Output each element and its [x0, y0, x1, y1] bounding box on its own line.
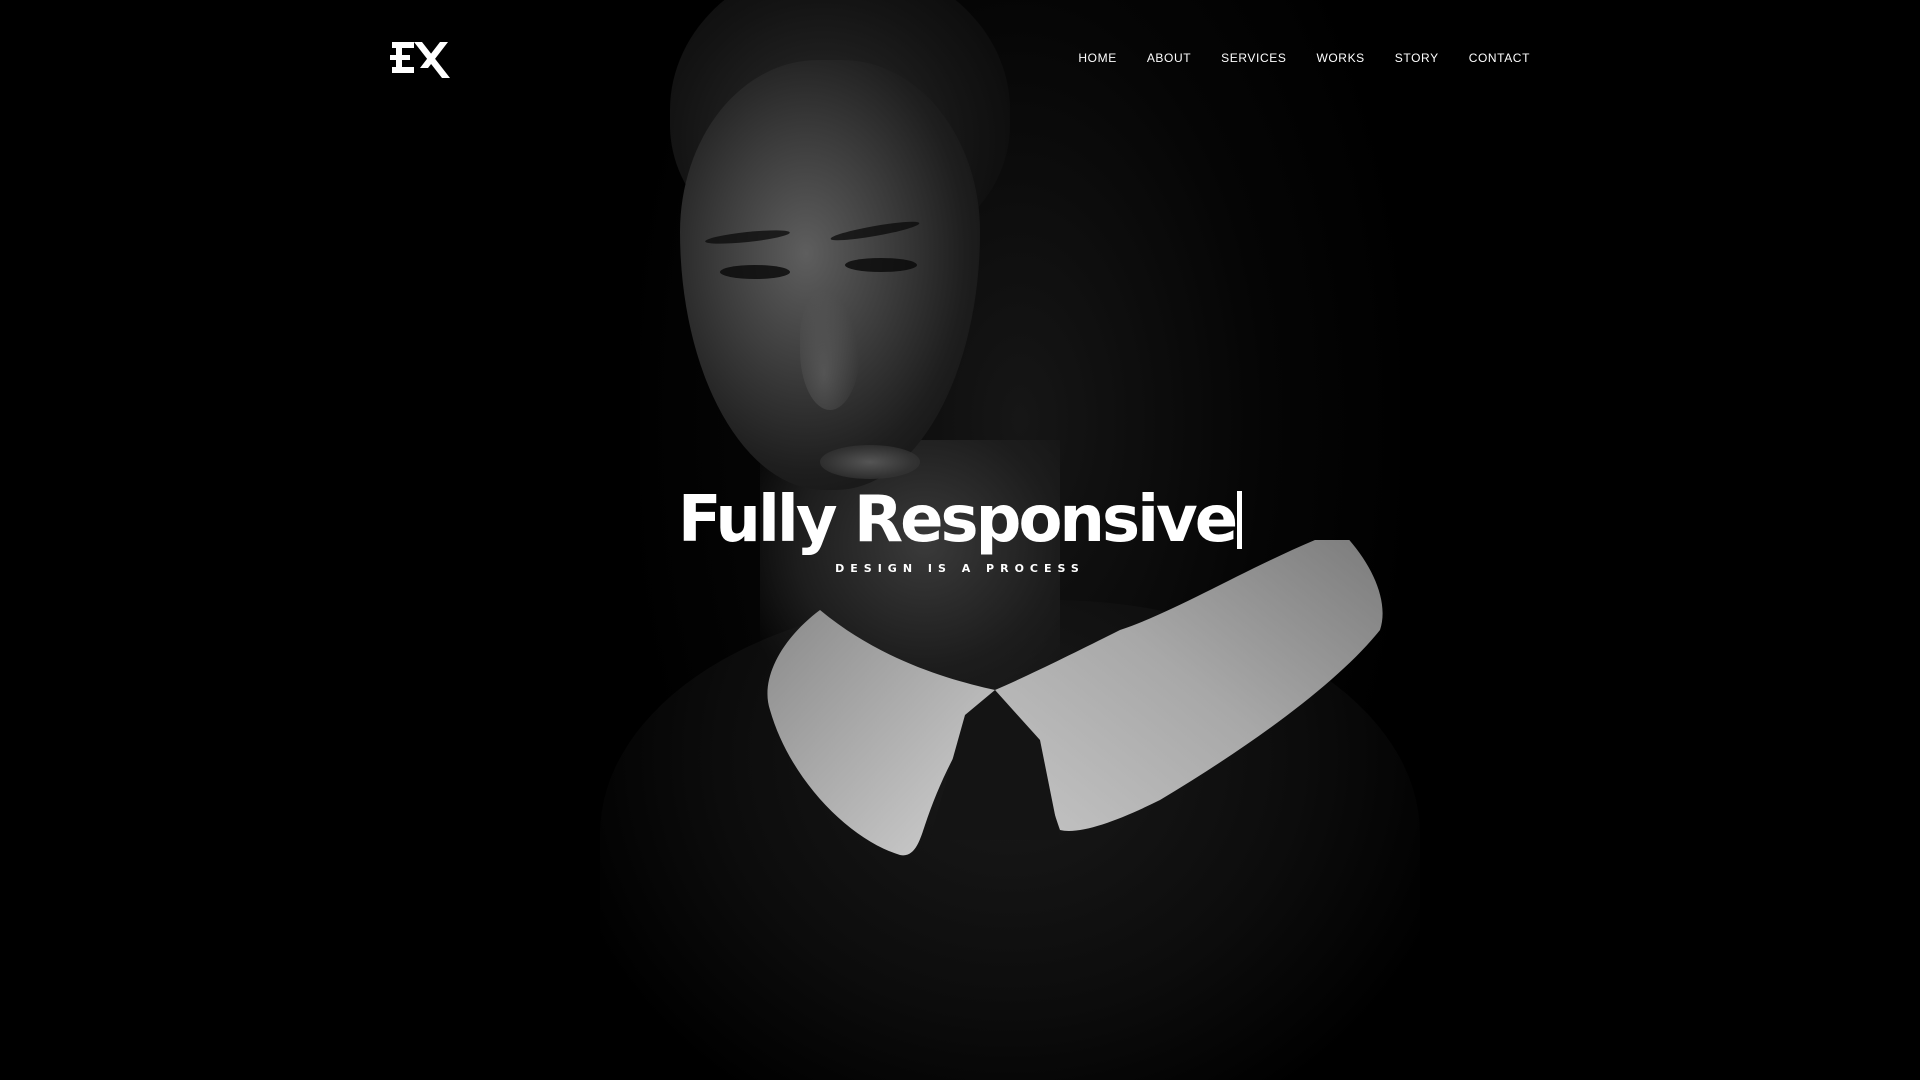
main-nav: HOME ABOUT SERVICES WORKS STORY CONTACT [1078, 50, 1530, 66]
site-logo[interactable] [390, 38, 452, 78]
nav-item-about[interactable]: ABOUT [1147, 50, 1191, 66]
portrait-collar [740, 540, 1420, 880]
portrait-eye-left [720, 265, 790, 279]
ex-logo-icon [390, 42, 450, 78]
hero-section: Fully Responsive DESIGN IS A PROCESS [0, 478, 1920, 575]
nav-item-services[interactable]: SERVICES [1221, 50, 1286, 66]
hero-title: Fully Responsive [677, 478, 1243, 562]
nav-item-works[interactable]: WORKS [1316, 50, 1364, 66]
nav-item-contact[interactable]: CONTACT [1469, 50, 1530, 66]
hero-title-text: Fully Responsive [677, 483, 1238, 557]
portrait-nose [800, 290, 860, 410]
nav-item-story[interactable]: STORY [1395, 50, 1439, 66]
typing-cursor [1237, 491, 1243, 549]
page: HOME ABOUT SERVICES WORKS STORY CONTACT … [0, 0, 1920, 1080]
site-header: HOME ABOUT SERVICES WORKS STORY CONTACT [0, 0, 1920, 120]
portrait-eye-right [845, 258, 917, 272]
nav-item-home[interactable]: HOME [1078, 50, 1116, 66]
hero-subtitle: DESIGN IS A PROCESS [835, 562, 1085, 575]
portrait-lips [820, 445, 920, 479]
